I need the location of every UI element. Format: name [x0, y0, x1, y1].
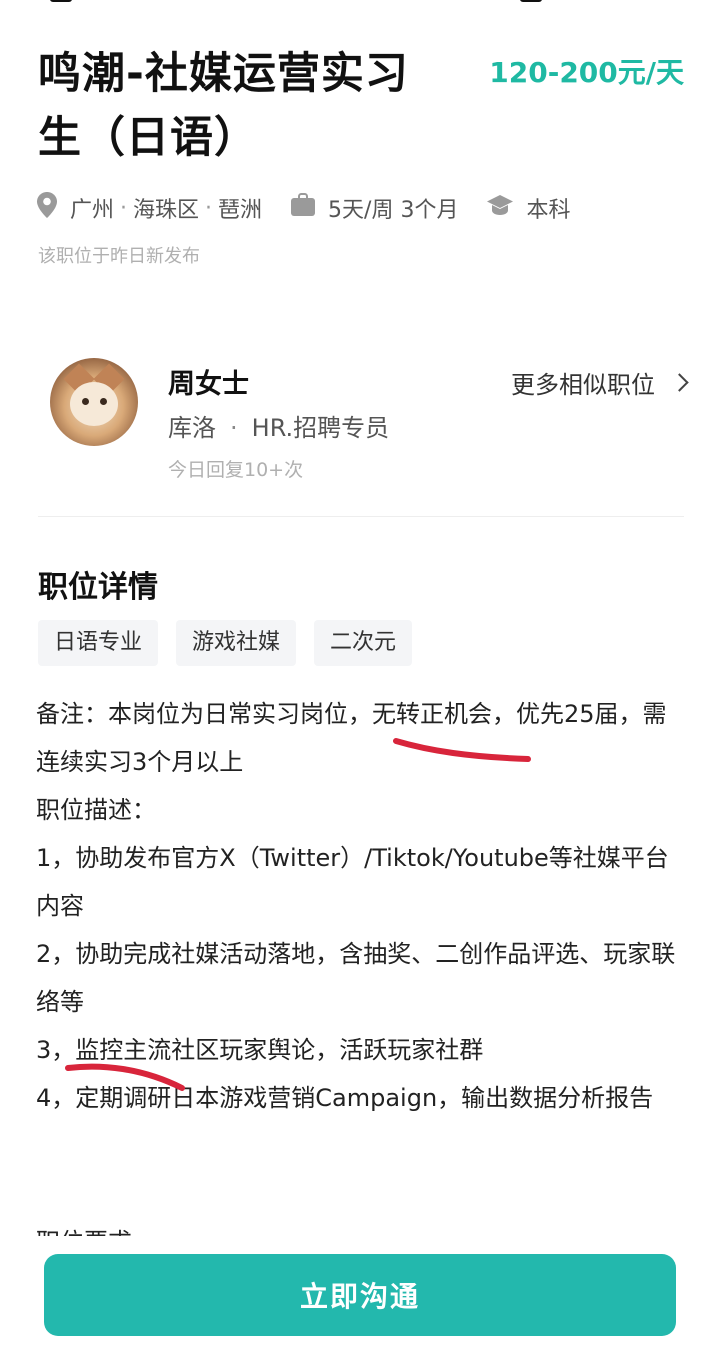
job-tag: 日语专业	[38, 620, 159, 666]
hr-reply-stat: 今日回复10+次	[168, 459, 304, 481]
separator: ·	[120, 195, 128, 221]
description-line: 1，协助发布官方X（Twitter）/Tiktok/Youtube等社媒平台内容	[36, 844, 669, 920]
separator: ·	[205, 195, 213, 221]
graduation-cap-icon	[486, 194, 514, 222]
location-district: 海珠区	[133, 198, 200, 223]
location: 广州 · 海珠区 · 琶洲	[36, 191, 262, 225]
more-similar-label: 更多相似职位	[511, 371, 655, 399]
briefcase-icon	[290, 193, 316, 223]
description-line: 3，监控主流社区玩家舆论，活跃玩家社群	[36, 1036, 484, 1064]
schedule: 5天/周 3个月	[290, 192, 458, 224]
job-title: 鸣潮-社媒运营实习生（日语）	[38, 49, 409, 163]
location-area: 琶洲	[218, 198, 263, 223]
hr-role: HR.招聘专员	[251, 414, 390, 442]
description-line: 2，协助完成社媒活动落地，含抽奖、二创作品评选、玩家联络等	[36, 940, 676, 1016]
job-tag: 游戏社媒	[176, 620, 297, 666]
hr-company: 库洛	[168, 414, 216, 442]
education: 本科	[486, 192, 570, 224]
description-line: 4，定期调研日本游戏营销Campaign，输出数据分析报告	[36, 1084, 654, 1112]
section-title: 职位详情	[38, 570, 158, 605]
location-city: 广州	[70, 198, 115, 223]
chat-now-button[interactable]: 立即沟通	[44, 1254, 676, 1336]
description-line: 职位描述：	[36, 796, 156, 824]
schedule-text: 5天/周 3个月	[328, 198, 459, 223]
job-meta-row: 广州 · 海珠区 · 琶洲 5天/周 3个月 本科	[36, 190, 598, 226]
status-bar-fragment	[40, 0, 680, 4]
job-tag: 二次元	[314, 620, 413, 666]
hr-avatar[interactable]	[50, 358, 138, 446]
location-pin-icon	[36, 191, 58, 225]
more-similar-jobs-link[interactable]: 更多相似职位	[511, 365, 689, 400]
chevron-right-icon	[670, 373, 689, 392]
hr-name[interactable]: 周女士	[168, 362, 249, 401]
salary-range: 120-200元/天	[489, 56, 684, 89]
hr-info: 库洛 · HR.招聘专员	[168, 408, 389, 443]
job-tags: 日语专业 游戏社媒 二次元	[38, 620, 430, 666]
divider	[38, 516, 684, 517]
description-line: 备注：本岗位为日常实习岗位，无转正机会，优先25届，需连续实习3个月以上	[36, 700, 667, 776]
separator: ·	[230, 414, 238, 442]
job-description: 备注：本岗位为日常实习岗位，无转正机会，优先25届，需连续实习3个月以上 职位描…	[36, 690, 688, 1122]
publish-note: 该职位于昨日新发布	[38, 246, 200, 267]
education-text: 本科	[526, 198, 571, 223]
